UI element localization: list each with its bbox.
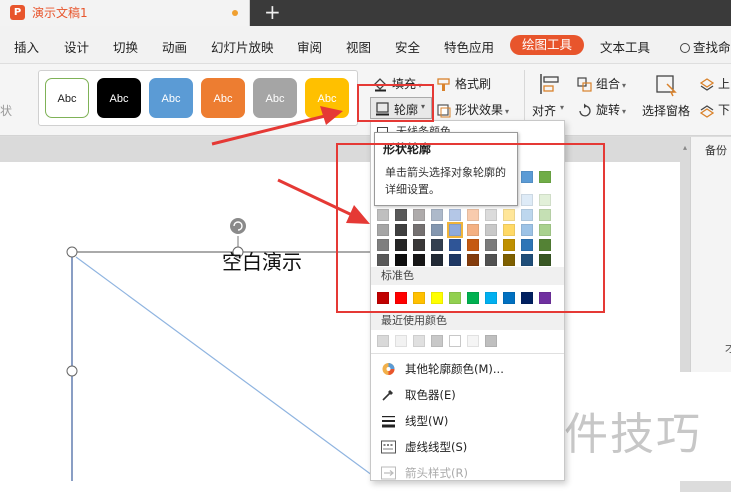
align-label: 对齐 [532, 104, 557, 118]
menu-special[interactable]: 特色应用 [444, 37, 494, 56]
shape-style-1[interactable]: Abc [45, 78, 89, 118]
menu-review[interactable]: 审阅 [297, 37, 322, 56]
more-outline-colors-item[interactable]: 其他轮廓颜色(M)... [377, 357, 562, 381]
recent-color-swatch[interactable] [467, 335, 479, 347]
bring-forward-button[interactable]: 上 [700, 75, 730, 92]
backup-label[interactable]: 备份 [705, 142, 727, 158]
unsaved-dot-icon [232, 10, 238, 16]
dash-line-icon [381, 440, 396, 454]
document-tab-title: 演示文稿1 [32, 6, 88, 20]
color-wheel-icon [382, 363, 395, 375]
group-icon [577, 77, 592, 92]
line-type-item[interactable]: 线型(W) [377, 409, 562, 433]
align-icon [540, 74, 559, 94]
shape-effects-button[interactable]: 形状效果 ▾ [436, 101, 509, 118]
shape-style-6[interactable]: Abc [305, 78, 349, 118]
recent-color-swatch[interactable] [449, 335, 461, 347]
eyedropper-item[interactable]: 取色器(E) [377, 383, 562, 407]
slide-title-text[interactable]: 空白演示 [222, 246, 302, 275]
shape-effects-label: 形状效果 [455, 103, 504, 117]
send-backward-label: 下 [718, 103, 731, 117]
line-weight-icon [382, 416, 395, 428]
rotate-button[interactable]: 旋转 ▾ [577, 101, 626, 118]
recent-colors-label: 最近使用颜色 [371, 312, 564, 330]
menu-design[interactable]: 设计 [64, 37, 89, 56]
dash-type-item[interactable]: 虚线线型(S) [377, 435, 562, 459]
menu-divider [371, 353, 564, 354]
ribbon-left-partial: 状 [0, 104, 13, 118]
rotate-icon [579, 103, 591, 117]
right-panel-partial-text: 才 [725, 342, 731, 355]
selection-pane-label: 选择窗格 [642, 104, 691, 118]
shape-style-5[interactable]: Abc [253, 78, 297, 118]
rotate-label: 旋转 [596, 103, 621, 117]
menu-animation[interactable]: 动画 [162, 37, 187, 56]
recent-color-swatch[interactable] [395, 335, 407, 347]
arrow-style-item[interactable]: 箭头样式(R) [377, 461, 562, 485]
layer-down-icon [700, 104, 714, 118]
shape-style-2[interactable]: Abc [97, 78, 141, 118]
search-command[interactable]: 查找命 [680, 37, 731, 56]
menu-transition[interactable]: 切换 [113, 37, 138, 56]
shape-style-3[interactable]: Abc [149, 78, 193, 118]
resize-handle-left[interactable] [66, 365, 78, 377]
menu-text-tools[interactable]: 文本工具 [600, 37, 650, 56]
new-tab-button[interactable]: + [264, 1, 281, 23]
arrow-style-label: 箭头样式(R) [405, 466, 468, 480]
arrow-style-icon [381, 466, 396, 480]
recent-color-swatch[interactable] [485, 335, 497, 347]
menu-insert[interactable]: 插入 [14, 37, 39, 56]
shape-style-gallery: Abc Abc Abc Abc Abc Abc [38, 70, 358, 126]
document-tab[interactable]: P 演示文稿1 [0, 0, 250, 26]
line-type-label: 线型(W) [405, 414, 449, 428]
selection-pane-button[interactable]: 选择窗格 [642, 72, 694, 130]
search-icon [680, 43, 690, 53]
selection-pane-icon [656, 75, 677, 97]
layer-up-icon [700, 77, 714, 91]
presentation-app-icon: P [10, 5, 25, 20]
color-palette-highlight [336, 143, 605, 313]
eyedropper-label: 取色器(E) [405, 388, 456, 402]
menu-security[interactable]: 安全 [395, 37, 420, 56]
shape-effects-icon [437, 104, 451, 118]
group-label: 组合 [596, 77, 621, 91]
format-painter-label: 格式刷 [455, 77, 492, 91]
menu-bar: 插入 设计 切换 动画 幻灯片放映 审阅 视图 安全 特色应用 绘图工具 文本工… [0, 26, 731, 64]
send-backward-button[interactable]: 下 [700, 101, 730, 118]
dash-type-label: 虚线线型(S) [405, 440, 468, 454]
menu-slideshow[interactable]: 幻灯片放映 [211, 37, 274, 56]
recent-color-swatch[interactable] [377, 335, 389, 347]
shape-style-4[interactable]: Abc [201, 78, 245, 118]
recent-color-swatch[interactable] [413, 335, 425, 347]
more-outline-colors-label: 其他轮廓颜色(M)... [405, 362, 504, 376]
format-painter-button[interactable]: 格式刷 [436, 75, 491, 92]
eyedropper-icon [382, 390, 393, 401]
recent-color-swatch[interactable] [431, 335, 443, 347]
group-button[interactable]: 组合 ▾ [577, 75, 626, 92]
search-label: 查找命 [693, 40, 731, 55]
rotate-handle-icon[interactable] [230, 218, 246, 234]
ribbon-separator [524, 70, 525, 126]
resize-handle-top-left[interactable] [66, 246, 78, 258]
title-tab-strip: P 演示文稿1 + [0, 0, 731, 26]
outline-button-highlight [357, 84, 434, 122]
menu-drawing-tools[interactable]: 绘图工具 [510, 35, 585, 55]
bring-forward-label: 上 [718, 77, 731, 91]
format-brush-icon [437, 78, 450, 91]
menu-view[interactable]: 视图 [346, 37, 371, 56]
panel-scroll-up-icon[interactable]: ▴ [683, 143, 687, 152]
